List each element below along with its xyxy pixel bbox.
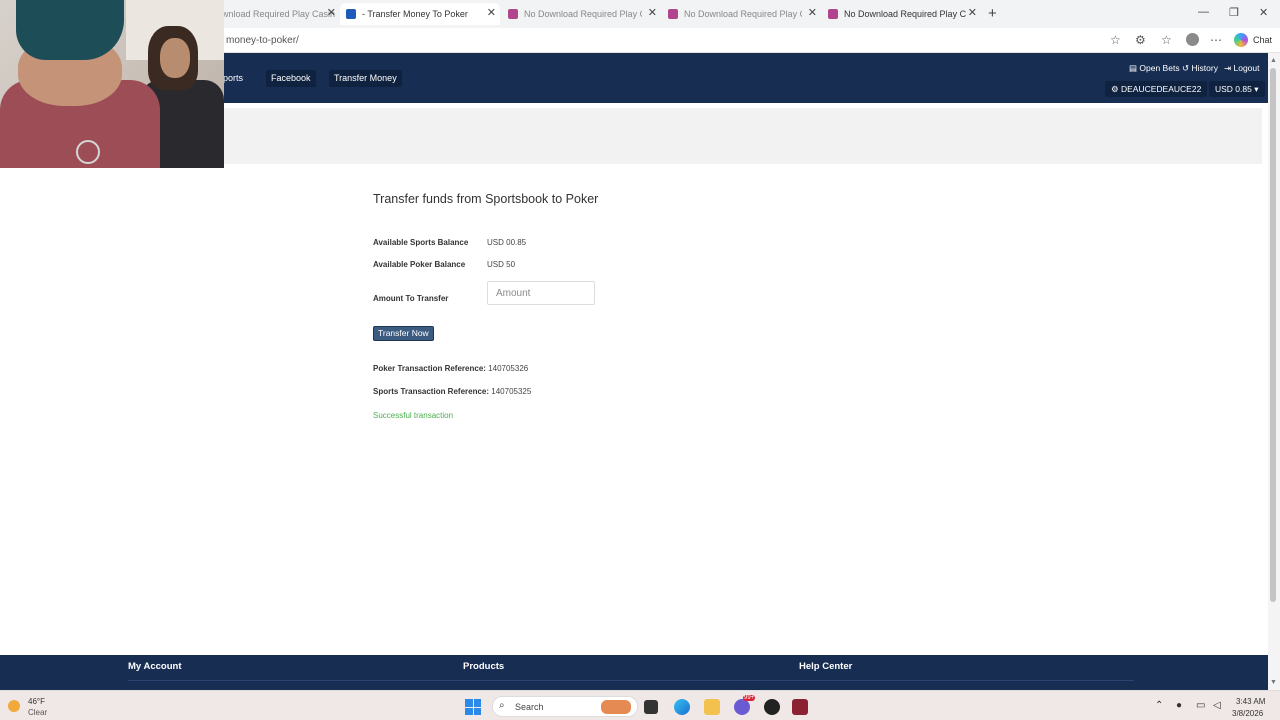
gear-icon: ⚙ [1111,84,1119,94]
transfer-now-button[interactable]: Transfer Now [373,326,434,341]
history-icon: ↺ [1182,63,1190,73]
page-title: Transfer funds from Sportsbook to Poker [373,192,599,206]
webcam-person-right-face [160,38,190,78]
nav-facebook[interactable]: Facebook [266,70,316,87]
new-tab-icon[interactable]: + [988,5,997,22]
sports-balance-value: USD 00.85 [487,238,527,247]
sports-reference-label: Sports Transaction Reference: [373,387,490,396]
browser-tab[interactable]: No Download Required Play Casin ✕ [503,3,661,25]
tab-title: No Download Required Play Casin [684,9,802,19]
tab-title: No Download Required Play Casin [524,9,642,19]
clock-time[interactable]: 3:43 AM [1236,697,1265,706]
tab-close-icon[interactable]: ✕ [968,6,977,19]
tab-title: - Transfer Money To Poker [362,9,468,19]
footer-my-account[interactable]: My Account [128,661,181,672]
poker-balance-label: Available Poker Balance [373,260,466,269]
tab-close-icon[interactable]: ✕ [808,6,817,19]
scroll-up-icon[interactable]: ▲ [1270,57,1277,64]
browser-tab-active[interactable]: - Transfer Money To Poker ✕ [340,3,500,25]
weather-condition[interactable]: Clear [28,708,47,717]
url-text[interactable]: money-to-poker/ [226,35,299,46]
extensions-icon[interactable]: ⚙ [1135,33,1146,47]
game-app-icon[interactable] [792,699,808,715]
browser-tab[interactable]: No Download Required Play Casin ✕ [663,3,821,25]
taskbar-search[interactable]: ⌕ Search [492,696,638,717]
balance-dropdown[interactable]: USD 0.85 ▾ [1209,81,1265,97]
username: DEAUCEDEAUCE22 [1121,84,1202,94]
open-bets-label: Open Bets [1139,63,1180,73]
tray-chevron-up-icon[interactable]: ⌃ [1155,700,1163,711]
tab-close-icon[interactable]: ✕ [487,6,496,19]
scrollbar-thumb[interactable] [1270,68,1276,602]
poker-reference-value: 140705326 [488,364,529,373]
volume-icon[interactable]: ◁ [1213,700,1221,711]
shirt-logo-icon [76,140,100,164]
play-favicon-icon [346,9,356,19]
minimize-icon[interactable]: — [1198,6,1209,18]
favorite-star-icon[interactable]: ☆ [1110,33,1121,47]
casino-favicon-icon [828,9,838,19]
task-view-icon[interactable] [644,700,658,714]
history-label: History [1191,63,1218,73]
status-message: Successful transaction [373,411,454,420]
footer-products[interactable]: Products [463,661,504,672]
username-badge[interactable]: ⚙ DEAUCEDEAUCE22 [1105,81,1208,97]
window-close-icon[interactable]: ✕ [1259,6,1268,19]
tab-close-icon[interactable]: ✕ [327,6,336,19]
os-taskbar: 46°F Clear ⌕ Search 99+ ⌃ ● ▭ ◁ 3:43 AM … [0,690,1280,720]
discord-icon[interactable] [734,699,750,715]
search-highlight-icon [601,700,631,714]
tab-close-icon[interactable]: ✕ [648,6,657,19]
clock-date[interactable]: 3/8/2026 [1232,709,1263,718]
chevron-down-icon: ▾ [1254,84,1259,94]
sports-balance-label: Available Sports Balance [373,238,469,247]
scroll-down-icon[interactable]: ▼ [1270,679,1277,686]
file-explorer-icon[interactable] [704,699,720,715]
casino-favicon-icon [668,9,678,19]
taskbar-search-label: Search [515,702,544,712]
microphone-icon[interactable]: ● [1176,700,1182,711]
more-menu-icon[interactable]: ⋯ [1210,33,1222,47]
logout-icon: ⇥ [1224,63,1232,73]
site-footer: My Account Products Help Center [0,655,1268,690]
display-icon[interactable]: ▭ [1196,700,1205,711]
weather-moon-icon[interactable] [8,700,20,712]
search-icon: ⌕ [499,700,505,711]
browser-tab[interactable]: wnload Required Play Casin ✕ [222,3,340,25]
notification-badge: 99+ [743,695,756,701]
poker-balance-value: USD 50 [487,260,516,269]
casino-favicon-icon [508,9,518,19]
balance-label: USD 0.85 [1215,84,1252,94]
amount-label: Amount To Transfer [373,294,449,303]
maximize-icon[interactable]: ❐ [1229,6,1239,19]
sports-reference-row: Sports Transaction Reference: 140705325 [373,387,531,396]
history-link[interactable]: ↺ History [1182,63,1218,74]
poker-reference-label: Poker Transaction Reference: [373,364,486,373]
poker-reference-row: Poker Transaction Reference: 140705326 [373,364,528,373]
edge-browser-icon[interactable] [674,699,690,715]
logout-link[interactable]: ⇥ Logout [1224,63,1260,74]
webcam-person-left-cap [16,0,124,60]
footer-divider [128,680,1134,681]
app-icon[interactable] [764,699,780,715]
open-bets-link[interactable]: ▤ Open Bets [1129,63,1180,74]
windows-start-icon[interactable] [465,699,481,715]
clipboard-icon: ▤ [1129,63,1138,73]
webcam-overlay [0,0,224,168]
copilot-chat-label[interactable]: Chat [1253,35,1272,45]
nav-transfer-money[interactable]: Transfer Money [329,70,402,87]
favorites-icon[interactable]: ☆ [1161,33,1172,47]
tab-title: wnload Required Play Casin [222,9,336,19]
logout-label: Logout [1233,63,1260,73]
copilot-icon[interactable] [1234,33,1248,47]
footer-help-center[interactable]: Help Center [799,661,852,672]
browser-tab[interactable]: No Download Required Play Casin ✕ [823,3,981,25]
weather-temperature[interactable]: 46°F [28,697,45,706]
sports-reference-value: 140705325 [491,387,532,396]
tab-title: No Download Required Play Casin [844,9,966,19]
profile-avatar-icon[interactable] [1186,33,1199,46]
amount-input[interactable] [487,281,595,305]
